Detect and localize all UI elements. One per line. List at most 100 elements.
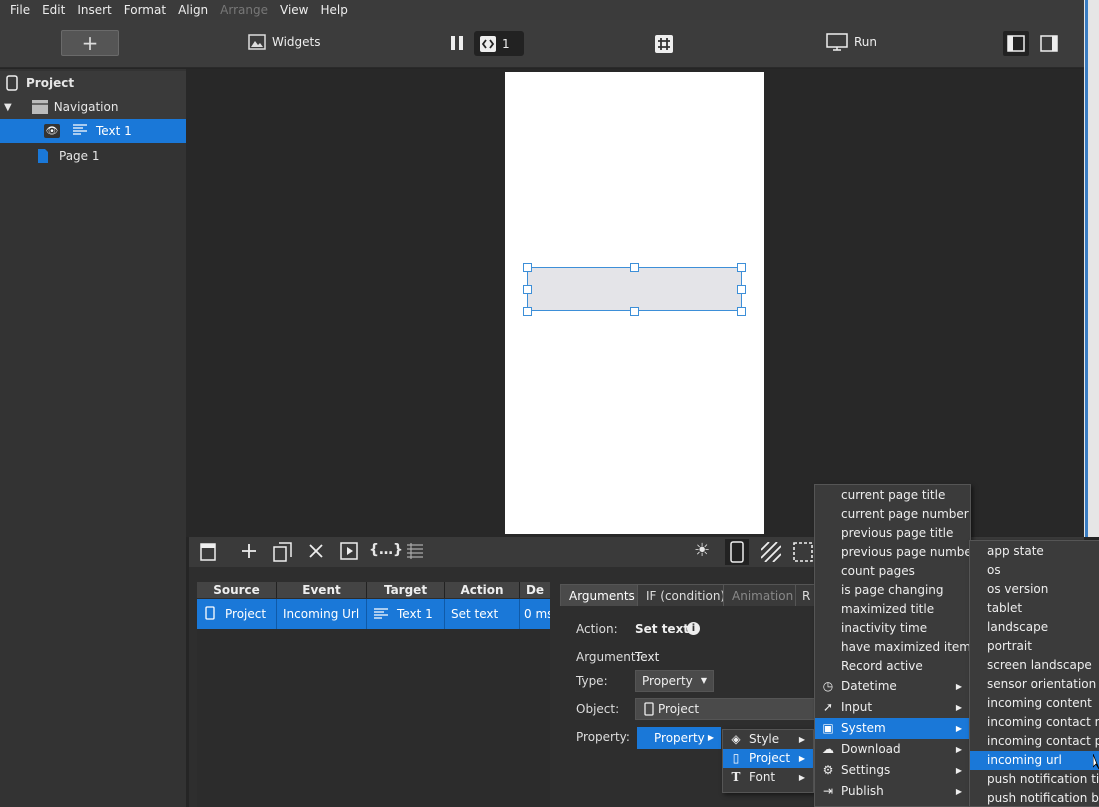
widgets-button[interactable]: Widgets [248, 34, 321, 50]
add-icon[interactable] [241, 543, 257, 559]
menu-item-system[interactable]: ▣ System ▶ [815, 718, 970, 739]
menu-view[interactable]: View [274, 3, 314, 17]
menu-item-incoming-url[interactable]: incoming url [970, 751, 1099, 770]
menu-item-settings[interactable]: ⚙ Settings ▶ [815, 760, 970, 781]
tab-arguments[interactable]: Arguments [560, 584, 644, 606]
code-icon [480, 35, 496, 52]
col-event[interactable]: Event [277, 582, 367, 598]
menu-item-tablet[interactable]: tablet [970, 599, 1099, 618]
menu-item-download[interactable]: ☁ Download ▶ [815, 739, 970, 760]
tab-animation[interactable]: Animation [723, 584, 803, 606]
col-action[interactable]: Action [445, 582, 520, 598]
menu-item-sensor-orientation[interactable]: sensor orientation [970, 675, 1099, 694]
tree-text1[interactable]: 👁 Text 1 [0, 119, 186, 143]
property-dropdown[interactable]: Property ▶ [637, 727, 721, 749]
menu-item-style[interactable]: ◈ Style ▶ [723, 730, 813, 749]
delete-icon[interactable] [308, 543, 324, 559]
menu-item-current-page-number[interactable]: current page number [815, 505, 970, 524]
menu-item-portrait[interactable]: portrait [970, 637, 1099, 656]
menu-item-os-version[interactable]: os version [970, 580, 1099, 599]
resize-handle[interactable] [630, 307, 639, 316]
text-widget[interactable] [527, 267, 742, 311]
navigation-icon [31, 100, 48, 114]
tree-page1[interactable]: Page 1 [0, 144, 186, 168]
tree-project[interactable]: Project [0, 71, 186, 95]
menu-help[interactable]: Help [314, 3, 353, 17]
info-icon[interactable]: i [687, 622, 700, 635]
eye-icon[interactable]: 👁 [44, 124, 60, 138]
menu-item-datetime[interactable]: ◷ Datetime ▶ [815, 676, 970, 697]
tree-navigation-label: Navigation [53, 100, 119, 114]
resize-handle[interactable] [523, 285, 532, 294]
left-pane-toggle[interactable] [1003, 31, 1029, 56]
col-source[interactable]: Source [197, 582, 277, 598]
menu-item-publish[interactable]: ⇥ Publish ▶ [815, 781, 970, 802]
object-dropdown[interactable]: Project [635, 698, 818, 720]
resize-handle[interactable] [630, 263, 639, 272]
menu-item-current-page-title[interactable]: current page title [815, 486, 970, 505]
grid-button[interactable] [655, 35, 673, 53]
col-target[interactable]: Target [367, 582, 445, 598]
menu-item-count-pages[interactable]: count pages [815, 562, 970, 581]
cell-delay[interactable]: 0 ms [520, 599, 550, 629]
braces-icon[interactable]: {…} [369, 542, 403, 558]
menu-item-font[interactable]: T Font ▶ [723, 768, 813, 787]
menu-item-incoming-content[interactable]: incoming content [970, 694, 1099, 713]
collapse-arrow-icon[interactable]: ▼ [4, 102, 12, 113]
resize-handle[interactable] [523, 263, 532, 272]
menu-item-settings-label: Settings [841, 763, 891, 777]
selection-icon[interactable] [793, 542, 813, 562]
phone-icon: ▯ [732, 751, 740, 765]
tree-page1-label: Page 1 [59, 149, 100, 163]
menu-item-push-notification-body[interactable]: push notification bod [970, 789, 1099, 806]
menu-item-download-label: Download [841, 742, 901, 756]
menu-item-maximized-title[interactable]: maximized title [815, 600, 970, 619]
type-dropdown[interactable]: Property ▼ [635, 670, 714, 692]
menu-item-is-page-changing[interactable]: is page changing [815, 581, 970, 600]
resize-handle[interactable] [737, 285, 746, 294]
pause-button[interactable] [450, 35, 464, 51]
menu-item-app-state[interactable]: app state [970, 542, 1099, 561]
menu-item-incoming-contact-name[interactable]: incoming contact nam [970, 713, 1099, 732]
menu-edit[interactable]: Edit [36, 3, 71, 17]
menu-file[interactable]: File [4, 3, 36, 17]
panel-icon[interactable] [200, 543, 216, 561]
right-pane-toggle[interactable] [1036, 31, 1062, 56]
brightness-icon[interactable]: ☀ [694, 540, 710, 561]
menu-item-project[interactable]: ▯ Project ▶ [723, 749, 813, 768]
right-scrollbar[interactable] [1084, 0, 1099, 537]
menu-item-os[interactable]: os [970, 561, 1099, 580]
menu-item-incoming-contact-phone[interactable]: incoming contact pho [970, 732, 1099, 751]
menu-item-push-notification-title[interactable]: push notification title [970, 770, 1099, 789]
cell-source[interactable]: Project [197, 599, 277, 629]
menu-format[interactable]: Format [118, 3, 172, 17]
resize-handle[interactable] [737, 263, 746, 272]
menu-insert[interactable]: Insert [71, 3, 117, 17]
col-delay[interactable]: De [520, 582, 550, 598]
paint-bucket-icon: ◈ [731, 732, 741, 746]
menu-item-inactivity-time[interactable]: inactivity time [815, 619, 970, 638]
cell-target[interactable]: Text 1 [367, 599, 445, 629]
tab-condition[interactable]: IF (condition) [637, 584, 735, 606]
tree-navigation[interactable]: ▼ Navigation [0, 95, 186, 119]
resize-handle[interactable] [523, 307, 532, 316]
copy-icon[interactable] [273, 542, 293, 562]
play-icon[interactable] [340, 542, 358, 560]
menu-item-landscape[interactable]: landscape [970, 618, 1099, 637]
menu-item-screen-landscape[interactable]: screen landscape [970, 656, 1099, 675]
cell-event[interactable]: Incoming Url [277, 599, 367, 629]
hatch-icon[interactable] [761, 542, 781, 562]
menu-item-input[interactable]: ➚ Input ▶ [815, 697, 970, 718]
page-selector[interactable]: 1 [474, 31, 524, 56]
list-icon[interactable] [406, 542, 424, 560]
menu-item-have-maximized-item[interactable]: have maximized item [815, 638, 971, 657]
resize-handle[interactable] [737, 307, 746, 316]
cell-action[interactable]: Set text [445, 599, 520, 629]
run-button[interactable]: Run [826, 33, 877, 51]
phone-view-icon[interactable] [725, 539, 749, 565]
menu-item-previous-page-number[interactable]: previous page number [815, 543, 977, 562]
menu-item-record-active[interactable]: Record active [815, 657, 970, 676]
add-button[interactable]: + [61, 30, 119, 56]
menu-item-previous-page-title[interactable]: previous page title [815, 524, 970, 543]
menu-align[interactable]: Align [172, 3, 214, 17]
